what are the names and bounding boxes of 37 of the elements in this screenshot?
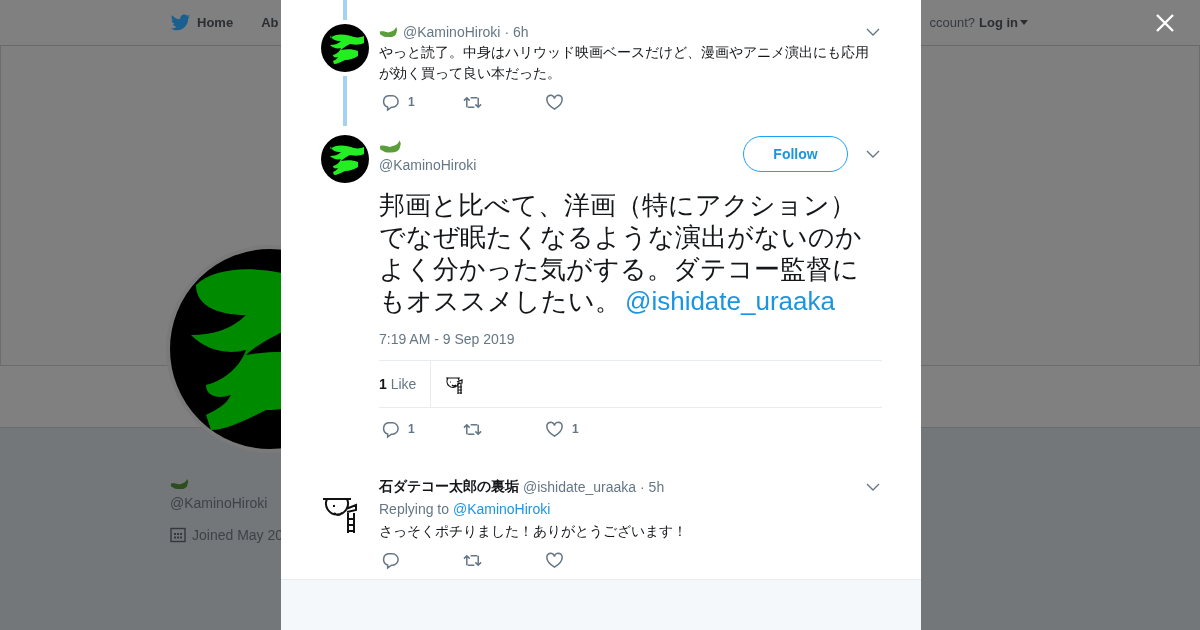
chevron-icon[interactable]: [866, 150, 880, 158]
follow-button[interactable]: Follow: [743, 136, 848, 172]
tweet-timestamp: 7:19 AM - 9 Sep 2019: [379, 331, 516, 347]
reply-icon[interactable]: [381, 419, 400, 439]
mention-link[interactable]: @KaminoHiroki: [452, 501, 551, 517]
bird-icon: [170, 13, 191, 32]
user-handle[interactable]: @KaminoHiroki: [379, 157, 477, 173]
login-prompt: ccount?: [929, 15, 975, 30]
heart-icon[interactable]: [545, 419, 564, 439]
action-count: 1: [408, 422, 415, 436]
action-count: 1: [408, 95, 415, 109]
like-count[interactable]: 1 Like: [379, 376, 431, 392]
replying-label: Replying to: [379, 501, 450, 517]
tweet-time[interactable]: · 5h: [640, 479, 665, 495]
heart-icon[interactable]: [545, 550, 564, 570]
tweet-text: 邦画と比べて、洋画（特にアクション）でなぜ眠たくなるような演出がないのかよく分かった気がする。ダテコー監督にもオススメしたい。@ishidate_uraaka: [379, 189, 863, 317]
tweet-text: やっと読了。中身はハリウッド映画ベースだけど、漫画やアニメ演出にも応用が効く買って良い本だった。: [379, 43, 870, 83]
reply-icon[interactable]: [381, 550, 400, 570]
nav-link[interactable]: Ab: [261, 15, 279, 30]
tweet-time[interactable]: · 6h: [504, 24, 529, 40]
nav-link[interactable]: Home: [170, 13, 234, 32]
chevron-icon[interactable]: [866, 483, 880, 491]
user-handle[interactable]: @KaminoHiroki: [403, 24, 501, 40]
reply-icon[interactable]: [381, 92, 400, 112]
avatar: [321, 24, 369, 72]
mention-link[interactable]: @ishidate_uraaka: [625, 286, 835, 316]
caret-icon: [1020, 20, 1028, 25]
login-link[interactable]: Log in: [979, 15, 1028, 30]
avatar: [321, 135, 369, 183]
calendar-icon: [170, 527, 186, 543]
chevron-icon[interactable]: [866, 28, 880, 36]
user-handle[interactable]: @ishidate_uraaka: [523, 479, 637, 495]
close-icon: [1155, 13, 1175, 33]
action-count: 1: [572, 422, 579, 436]
display-name[interactable]: 石ダテコー太郎の裏垢: [379, 478, 519, 496]
tweet-text: さっそくポチりました！ありがとうございます！: [379, 522, 688, 541]
heart-icon[interactable]: [545, 92, 564, 112]
